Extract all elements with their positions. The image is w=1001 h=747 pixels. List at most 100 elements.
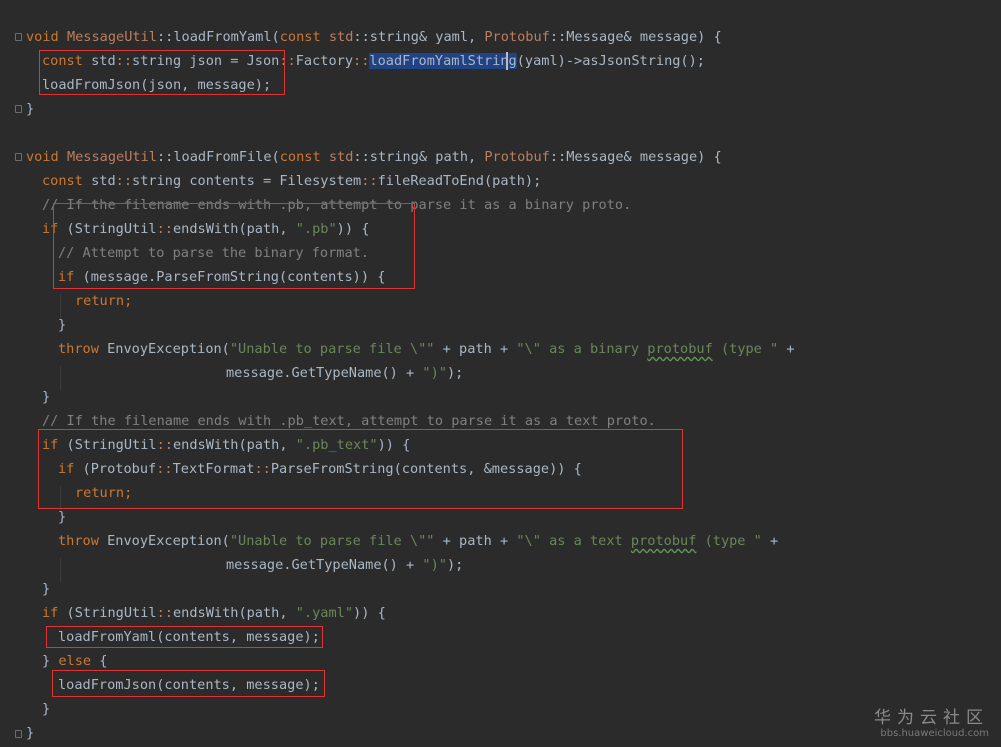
keyword: return; [75, 293, 133, 309]
indent-guide [60, 558, 61, 582]
code-line[interactable]: } [26, 721, 34, 745]
code-line[interactable]: message.GetTypeName() + ")"); [226, 361, 463, 385]
namespace: std [328, 149, 354, 165]
scope-separator: :: [156, 461, 173, 477]
scope-separator: :: [156, 221, 173, 237]
code-comment[interactable]: // If the filename ends with .pb, attemp… [42, 193, 631, 217]
code-line[interactable]: void MessageUtil::loadFromYaml(const std… [26, 25, 722, 49]
scope-separator: :: [115, 53, 133, 69]
code-text: fileReadToEnd(path); [377, 173, 542, 189]
fold-marker-icon[interactable] [15, 153, 22, 161]
scope-separator: :: [361, 173, 378, 189]
scope-separator: :: [156, 149, 174, 165]
code-line[interactable]: loadFromJson(json, message); [42, 73, 271, 97]
keyword: if [42, 437, 59, 453]
code-text: (message.ParseFromString(contents)) { [74, 269, 386, 285]
code-text: )) { [377, 437, 411, 453]
code-line[interactable]: void MessageUtil::loadFromFile(const std… [26, 145, 722, 169]
comment-text: // If the filename ends with .pb_text, a… [42, 413, 656, 429]
code-line[interactable]: if (StringUtil::endsWith(path, ".pb")) { [42, 217, 369, 241]
code-text: string json = Json [132, 53, 280, 69]
code-text: (yaml)->asJsonString(); [516, 53, 705, 69]
code-text: Message& message) { [566, 29, 722, 45]
code-line[interactable]: } [58, 505, 66, 529]
code-text: endsWith(path, [172, 605, 296, 621]
code-line[interactable]: message.GetTypeName() + ")"); [226, 553, 463, 577]
scope-separator: :: [156, 29, 174, 45]
keyword: return; [75, 485, 133, 501]
code-comment[interactable]: // Attempt to parse the binary format. [58, 241, 369, 265]
keyword: void [26, 29, 59, 45]
code-text: )) { [353, 605, 386, 621]
text-caret [506, 52, 508, 70]
code-text: loadFromJson(json, message); [42, 77, 272, 93]
keyword: throw [58, 341, 99, 357]
code-text: string& path, [369, 149, 485, 165]
code-text: ); [446, 557, 464, 573]
code-line[interactable]: const std::string json = Json::Factory::… [42, 49, 705, 73]
keyword: if [58, 269, 75, 285]
code-line[interactable]: } [42, 385, 50, 409]
string-literal: (type " [696, 533, 762, 549]
code-line[interactable]: return; [75, 481, 132, 505]
code-line[interactable]: } [26, 97, 34, 121]
keyword: if [58, 461, 75, 477]
code-line[interactable]: } [42, 577, 50, 601]
code-line[interactable]: if (StringUtil::endsWith(path, ".yaml"))… [42, 601, 386, 625]
code-line[interactable]: if (StringUtil::endsWith(path, ".pb_text… [42, 433, 410, 457]
keyword: if [42, 605, 59, 621]
code-text: (StringUtil [58, 437, 157, 453]
string-literal: (type " [712, 341, 779, 357]
scope-separator: :: [549, 149, 567, 165]
watermark-url: bbs.huaweicloud.com [880, 728, 989, 739]
code-line[interactable]: return; [75, 289, 132, 313]
code-line[interactable]: if (Protobuf::TextFormat::ParseFromStrin… [58, 457, 582, 481]
string-literal: ")" [422, 557, 447, 573]
string-literal: "\" as a binary [516, 341, 648, 357]
code-text: } [58, 317, 67, 333]
selected-text[interactable]: loadFromYamlString [369, 53, 517, 69]
code-line[interactable]: } else { [42, 649, 108, 673]
string-literal: ".pb_text" [295, 437, 378, 453]
keyword: const [42, 53, 83, 69]
code-line[interactable]: throw EnvoyException("Unable to parse fi… [58, 529, 778, 553]
code-line[interactable]: if (message.ParseFromString(contents)) { [58, 265, 385, 289]
code-text: Factory [295, 53, 354, 69]
code-line[interactable]: throw EnvoyException("Unable to parse fi… [58, 337, 795, 361]
code-text: message.GetTypeName() + [226, 557, 423, 573]
code-line[interactable]: loadFromJson(contents, message); [58, 673, 320, 697]
code-editor[interactable]: void MessageUtil::loadFromYaml(const std… [0, 0, 1001, 747]
code-text: } [42, 389, 51, 405]
string-literal: ")" [422, 365, 447, 381]
scope-separator: :: [115, 173, 133, 189]
code-line[interactable]: const std::string contents = Filesystem:… [42, 169, 541, 193]
spellcheck-word: protobuf [647, 341, 713, 357]
code-text: } [58, 509, 67, 525]
spellcheck-word: protobuf [630, 533, 697, 549]
fold-marker-icon[interactable] [15, 730, 22, 738]
code-text: } [42, 701, 51, 717]
code-line[interactable]: loadFromYaml(contents, message); [58, 625, 320, 649]
code-comment[interactable]: // If the filename ends with .pb_text, a… [42, 409, 656, 433]
code-line[interactable]: } [42, 697, 50, 721]
scope-separator: :: [254, 461, 271, 477]
fold-marker-icon[interactable] [15, 105, 22, 113]
keyword: const [279, 29, 321, 45]
code-text: + path + [434, 341, 517, 357]
string-literal: "\" as a text [516, 533, 631, 549]
code-text: ); [446, 365, 464, 381]
keyword: void [26, 149, 59, 165]
string-literal: ".yaml" [295, 605, 354, 621]
fold-marker-icon[interactable] [15, 33, 22, 41]
function-name: loadFromFile( [173, 149, 280, 165]
string-literal: ".pb" [295, 221, 337, 237]
code-text: + [778, 341, 795, 357]
code-text: Message& message) { [566, 149, 722, 165]
code-line[interactable]: } [58, 313, 66, 337]
code-text: loadFromYaml(contents, message); [58, 629, 320, 645]
keyword: else [58, 653, 92, 669]
scope-separator: :: [353, 149, 370, 165]
class-name: MessageUtil [66, 149, 157, 165]
keyword: if [42, 221, 59, 237]
code-text: std [82, 53, 116, 69]
